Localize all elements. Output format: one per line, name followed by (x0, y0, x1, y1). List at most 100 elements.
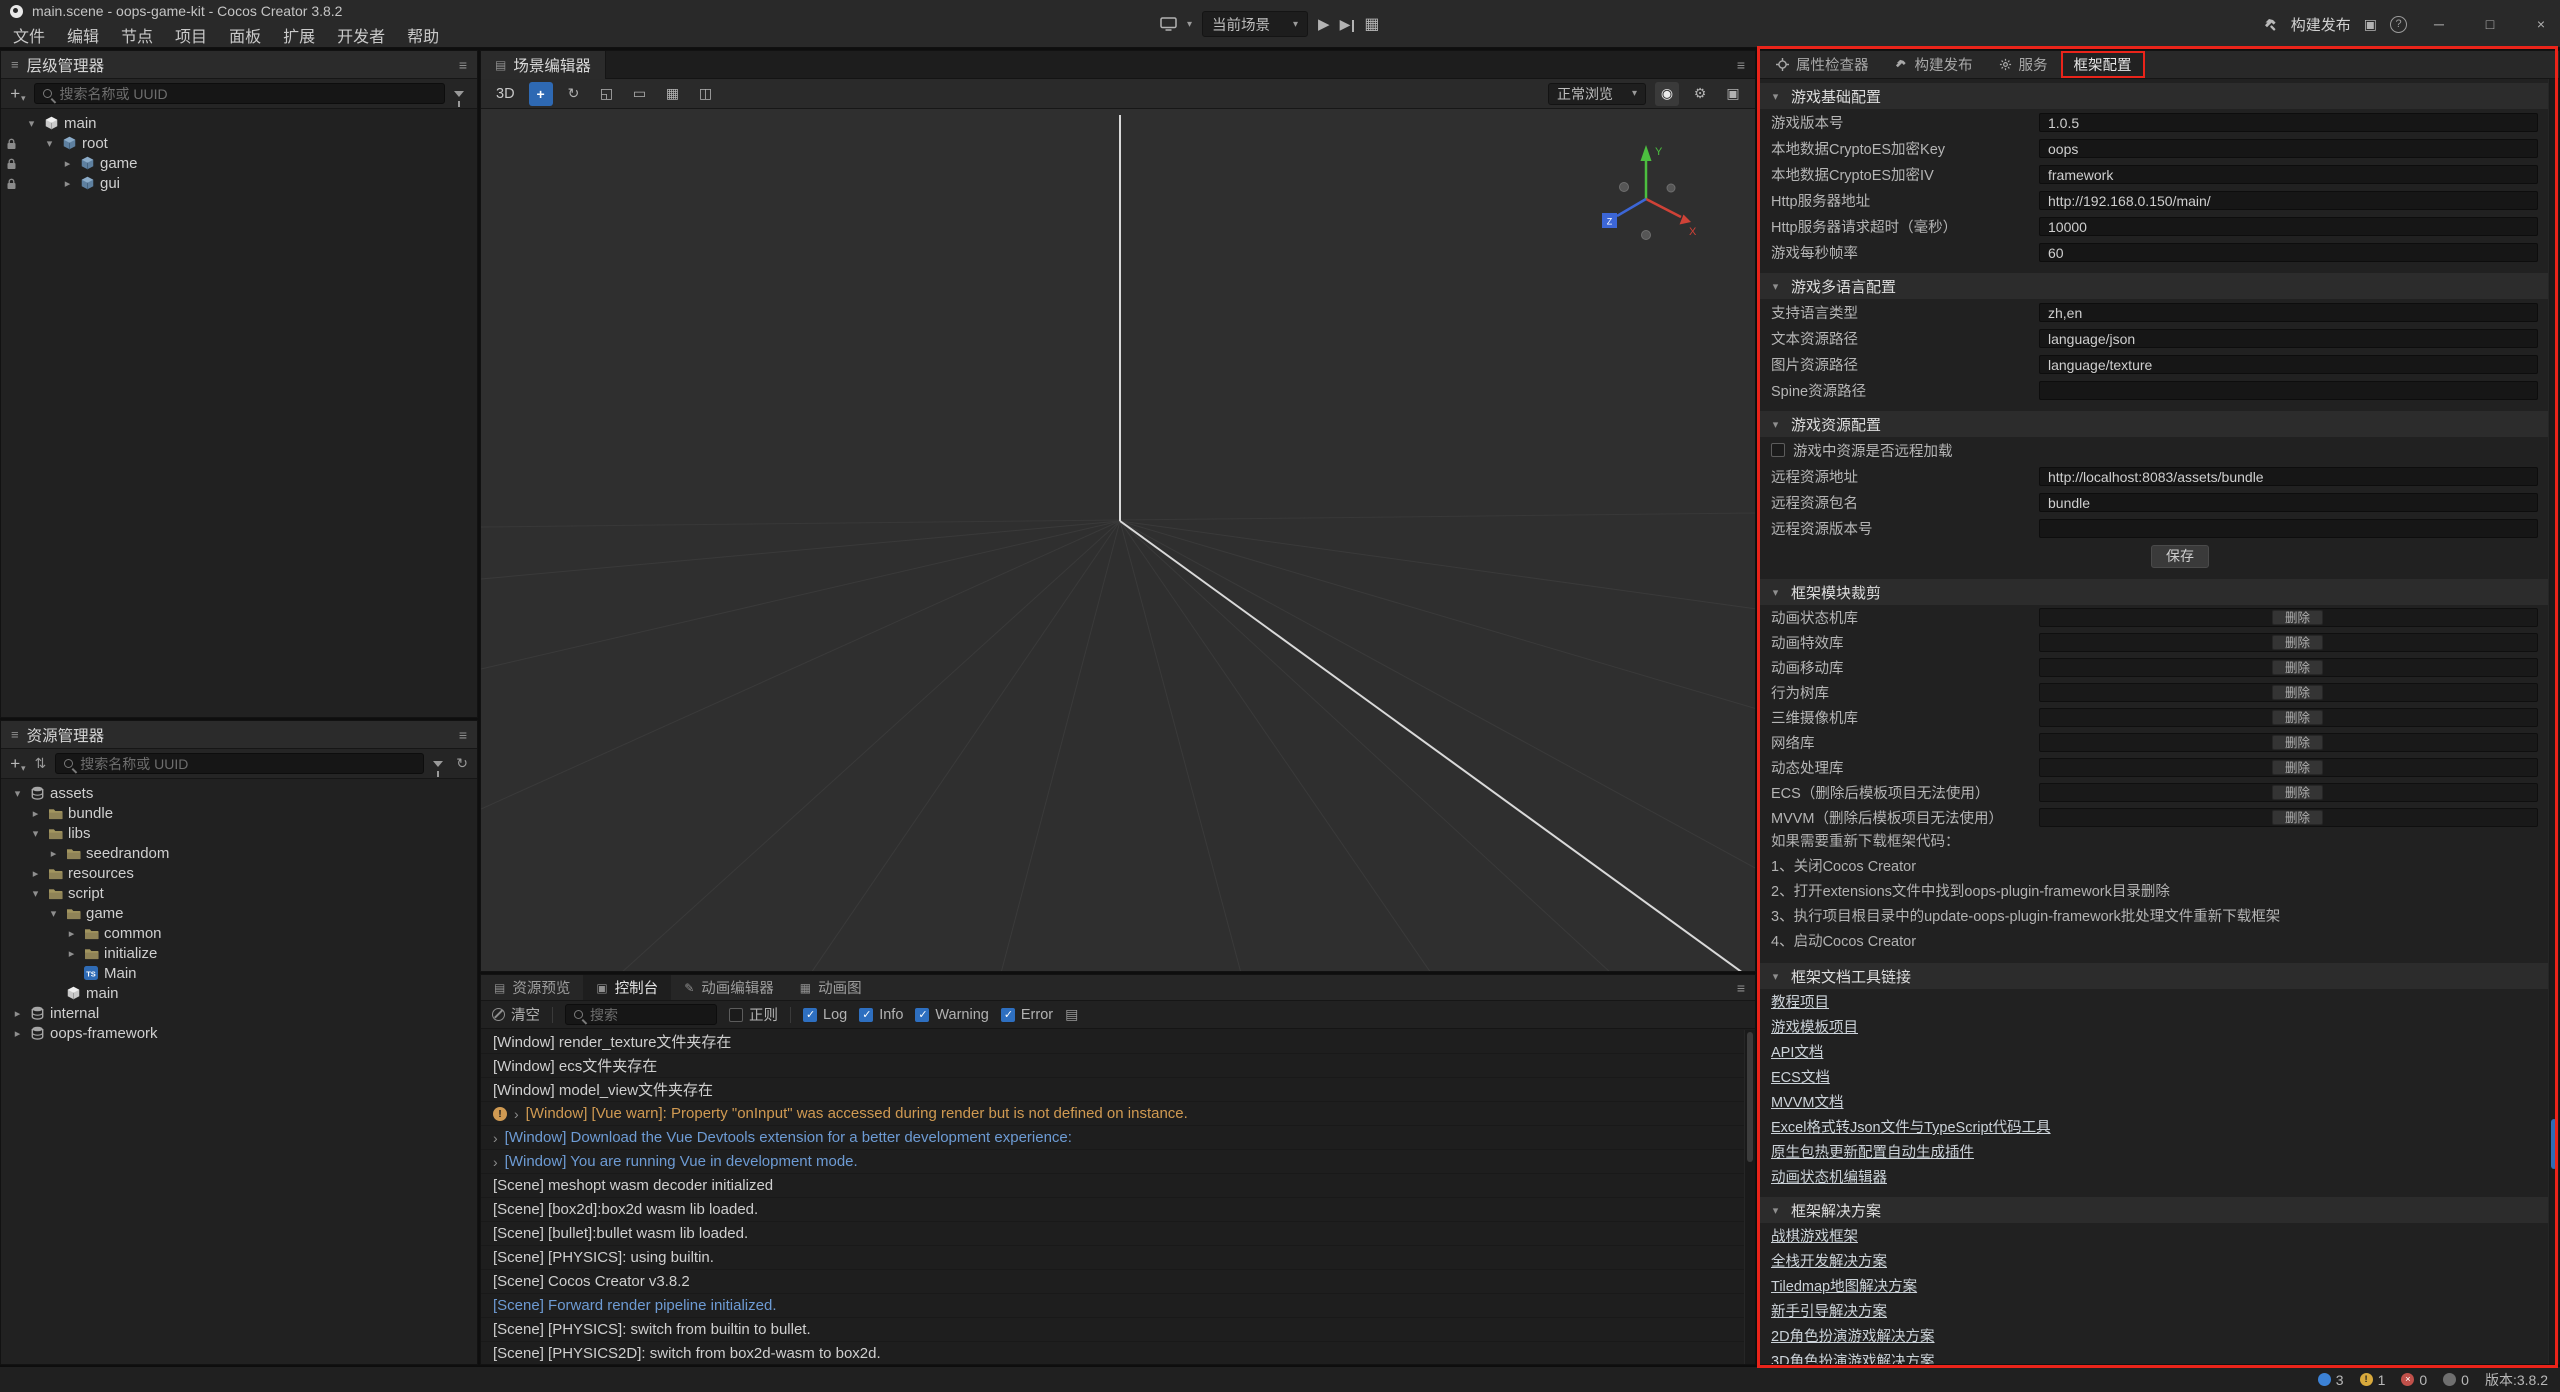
doc-link[interactable]: ECS文档 (1771, 1066, 1830, 1087)
snap-tool-icon[interactable] (661, 82, 685, 106)
layout-grid-icon[interactable] (1364, 14, 1379, 34)
assets-search-input[interactable] (80, 756, 415, 772)
delete-button[interactable]: 删除 (2272, 635, 2323, 650)
sort-icon[interactable] (34, 755, 46, 772)
expand-arrow[interactable] (11, 1027, 24, 1040)
rect-tool-icon[interactable] (628, 82, 652, 106)
doc-link[interactable]: 3D角色扮演游戏解决方案 (1771, 1350, 1935, 1364)
tree-row[interactable]: internal (1, 1003, 477, 1023)
mode-3d-button[interactable]: 3D (491, 86, 520, 102)
refresh-icon[interactable] (456, 755, 468, 772)
menu-item[interactable]: 帮助 (396, 23, 450, 47)
filter-checkbox[interactable] (915, 1008, 929, 1022)
scene-select[interactable]: 当前场景 (1202, 11, 1308, 37)
delete-button[interactable]: 删除 (2272, 760, 2323, 775)
field-input[interactable]: language/json (2039, 329, 2538, 348)
filter-checkbox[interactable] (803, 1008, 817, 1022)
field-input[interactable]: bundle (2039, 493, 2538, 512)
scene-settings-icon[interactable] (1688, 82, 1712, 106)
scale-tool-icon[interactable] (595, 82, 619, 106)
collapse-arrow[interactable] (1769, 418, 1782, 431)
collapse-arrow[interactable] (1769, 90, 1782, 103)
expand-arrow[interactable] (29, 867, 42, 880)
delete-button[interactable]: 删除 (2272, 810, 2323, 825)
tree-row[interactable]: oops-framework (1, 1023, 477, 1043)
filter-checkbox[interactable] (859, 1008, 873, 1022)
scrollbar-thumb[interactable] (1747, 1032, 1753, 1162)
tree-row[interactable]: game (1, 153, 477, 173)
console-tab-3[interactable]: 动画编辑器 (671, 975, 787, 1000)
remote-load-checkbox[interactable] (1771, 443, 1785, 457)
tree-row[interactable]: script (1, 883, 477, 903)
tree-row[interactable]: main (1, 113, 477, 133)
field-input[interactable]: 10000 (2039, 217, 2538, 236)
log-filter[interactable]: Error (1001, 1007, 1053, 1023)
tree-row[interactable]: root (1, 133, 477, 153)
doc-link[interactable]: 全栈开发解决方案 (1771, 1250, 1887, 1271)
doc-link[interactable]: 2D角色扮演游戏解决方案 (1771, 1325, 1935, 1346)
doc-link[interactable]: MVVM文档 (1771, 1091, 1844, 1112)
lock-icon[interactable] (6, 157, 18, 169)
expand-arrow[interactable] (29, 827, 42, 840)
console-scrollbar[interactable] (1744, 1030, 1755, 1364)
doc-link[interactable]: 动画状态机编辑器 (1771, 1166, 1887, 1187)
console-tab-2[interactable]: 控制台 (583, 975, 671, 1000)
lock-icon[interactable] (6, 137, 18, 149)
expand-arrow[interactable]: › (514, 1106, 519, 1122)
section-header[interactable]: 框架模块裁剪 (1759, 579, 2548, 605)
section-header[interactable]: 游戏多语言配置 (1759, 273, 2548, 299)
filter-icon[interactable] (454, 91, 464, 97)
tree-row[interactable]: libs (1, 823, 477, 843)
pivot-tool-icon[interactable] (694, 82, 718, 106)
log-filter[interactable]: Warning (915, 1007, 988, 1023)
hierarchy-menu-icon[interactable] (459, 57, 467, 73)
lock-icon[interactable] (6, 177, 18, 189)
orientation-gizmo[interactable]: Y X Z (1581, 131, 1711, 261)
camera-preview-icon[interactable] (1721, 82, 1745, 106)
menu-item[interactable]: 面板 (218, 23, 272, 47)
scene-viewport[interactable]: Y X Z (481, 109, 1755, 971)
log-filter[interactable]: Info (859, 1007, 903, 1023)
menu-item[interactable]: 开发者 (326, 23, 396, 47)
view-mode-select[interactable]: 正常浏览 (1548, 83, 1646, 105)
expand-arrow[interactable] (29, 887, 42, 900)
log-file-icon[interactable] (1065, 1006, 1078, 1023)
error-count[interactable]: 0 (2401, 1372, 2427, 1388)
menu-item[interactable]: 编辑 (56, 23, 110, 47)
expand-arrow[interactable] (61, 177, 74, 190)
delete-button[interactable]: 删除 (2272, 785, 2323, 800)
console-tab-4[interactable]: 动画图 (787, 975, 875, 1000)
console-search-input[interactable] (590, 1007, 708, 1023)
expand-arrow[interactable] (25, 117, 38, 130)
field-input[interactable] (2039, 519, 2538, 538)
tree-row[interactable]: gui (1, 173, 477, 193)
scene-menu-icon[interactable] (1737, 57, 1745, 73)
collapse-arrow[interactable] (1769, 586, 1782, 599)
inspector-tab-1[interactable]: 属性检查器 (1763, 51, 1882, 78)
tree-row[interactable]: initialize (1, 943, 477, 963)
inspector-tab-4[interactable]: 框架配置 (2061, 51, 2145, 78)
field-input[interactable]: http://localhost:8083/assets/bundle (2039, 467, 2538, 486)
doc-link[interactable]: 新手引导解决方案 (1771, 1300, 1887, 1321)
doc-link[interactable]: Tiledmap地图解决方案 (1771, 1275, 1917, 1296)
field-input[interactable]: zh,en (2039, 303, 2538, 322)
log-filter[interactable]: Log (803, 1007, 847, 1023)
doc-link[interactable]: Excel格式转Json文件与TypeScript代码工具 (1771, 1116, 2051, 1137)
preview-window-icon[interactable] (2364, 16, 2377, 33)
expand-arrow[interactable] (29, 807, 42, 820)
maximize-button[interactable] (2471, 0, 2509, 48)
doc-link[interactable]: API文档 (1771, 1041, 1823, 1062)
menu-item[interactable]: 文件 (2, 23, 56, 47)
scrollbar-thumb[interactable] (2551, 1119, 2557, 1169)
tree-row[interactable]: main (1, 983, 477, 1003)
light-toggle-icon[interactable] (1655, 82, 1679, 106)
expand-arrow[interactable] (11, 1007, 24, 1020)
expand-arrow[interactable] (11, 787, 24, 800)
clear-console-button[interactable]: 清空 (492, 1004, 540, 1025)
minimize-button[interactable] (2420, 0, 2458, 48)
doc-link[interactable]: 教程项目 (1771, 991, 1829, 1012)
add-node-button[interactable] (10, 84, 25, 104)
field-input[interactable]: framework (2039, 165, 2538, 184)
log-row[interactable]: ›[Window] Download the Vue Devtools exte… (481, 1126, 1744, 1150)
expand-arrow[interactable] (43, 137, 56, 150)
